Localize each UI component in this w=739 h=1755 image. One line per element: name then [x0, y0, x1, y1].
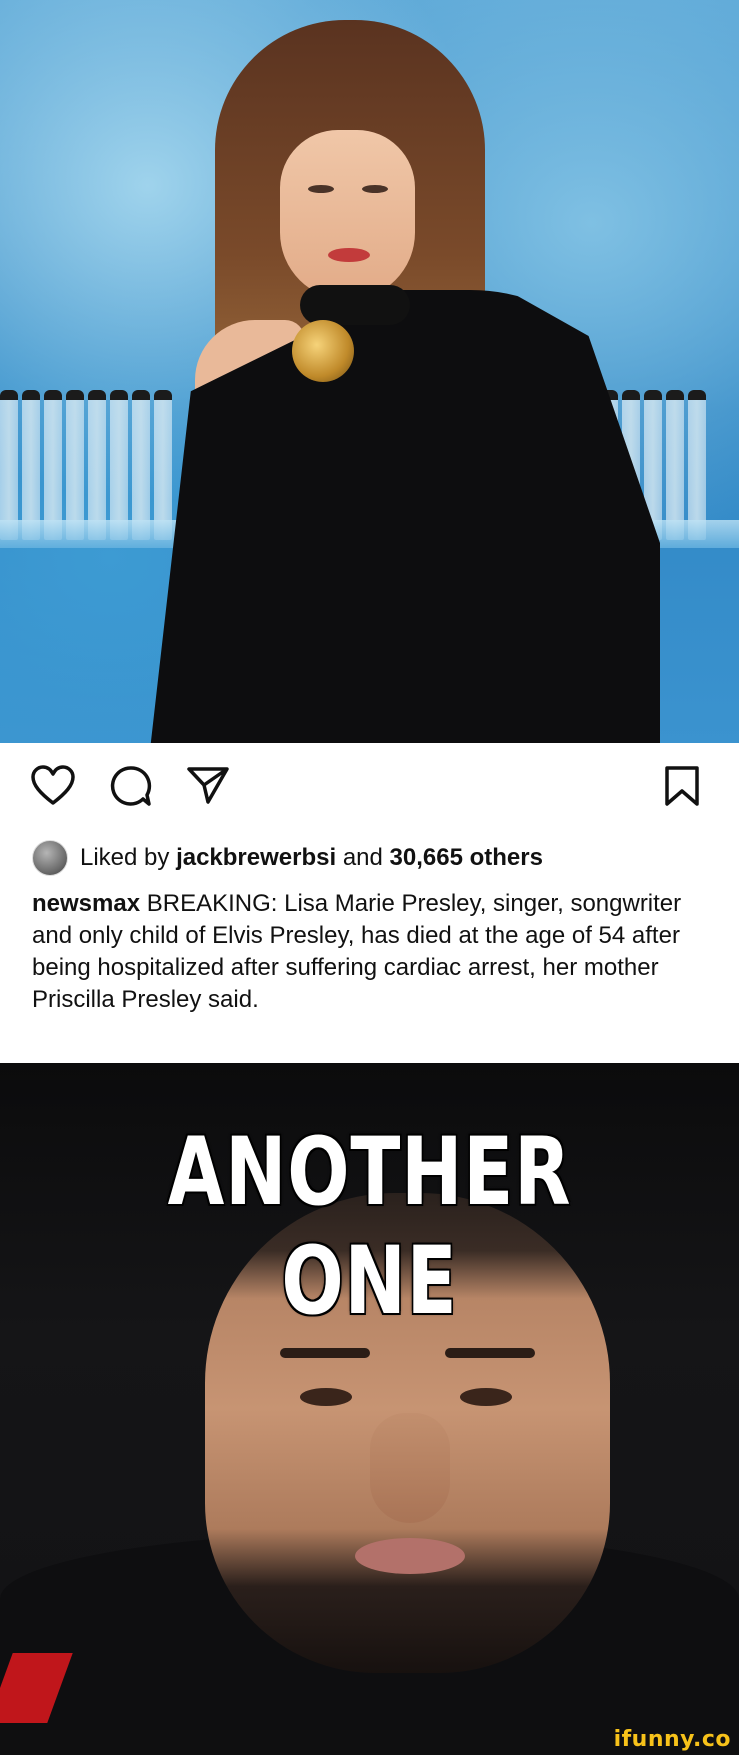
likes-row: Liked by jackbrewerbsi and 30,665 others: [32, 838, 543, 878]
caption-username[interactable]: newsmax: [32, 890, 140, 917]
likes-middle: and: [342, 844, 383, 871]
avatar[interactable]: [32, 840, 68, 876]
face: [280, 130, 415, 300]
likes-count[interactable]: 30,665 others: [390, 844, 543, 871]
ifunny-watermark: ifunny.co: [613, 1727, 731, 1752]
send-icon[interactable]: [186, 765, 230, 810]
bookmark-icon[interactable]: [663, 765, 701, 812]
heart-icon[interactable]: [30, 765, 76, 812]
water-bottles-left: [0, 390, 172, 540]
action-bar: [0, 743, 739, 843]
gold-brooch: [292, 320, 354, 382]
meme-caption: ANOTHER ONE: [167, 1118, 572, 1336]
meme-image: ANOTHER ONE: [0, 1063, 739, 1730]
collar: [300, 285, 410, 325]
liker-username[interactable]: jackbrewerbsi: [176, 844, 336, 871]
post-photo[interactable]: [0, 0, 739, 743]
comment-icon[interactable]: [109, 765, 153, 812]
post-caption: newsmax BREAKING: Lisa Marie Presley, si…: [32, 888, 722, 1016]
likes-prefix: Liked by: [80, 844, 170, 871]
